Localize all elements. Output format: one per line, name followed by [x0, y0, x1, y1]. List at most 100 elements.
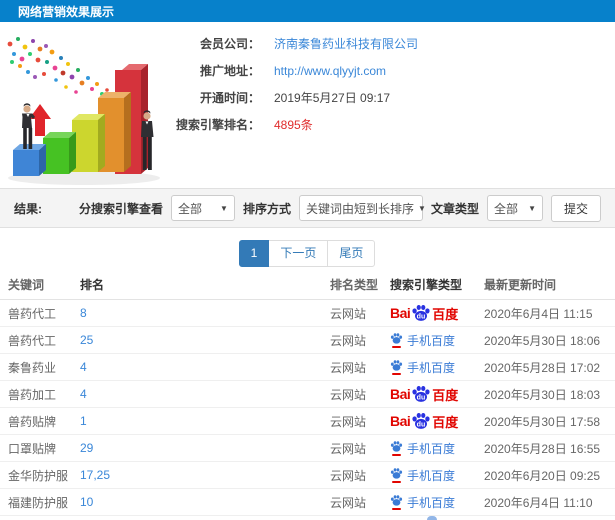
- promo-url-label: 推广地址：: [199, 64, 260, 78]
- engine-rank-row: 搜索引擎排名： 4895条: [168, 111, 418, 138]
- svg-text:du: du: [417, 393, 426, 401]
- engine-cell: Bai du 百度: [390, 303, 484, 323]
- rank-type-cell: 云网站: [330, 306, 367, 321]
- engine-select[interactable]: 全部 ▼: [170, 195, 235, 221]
- rank-type-cell: 云网站: [330, 414, 367, 429]
- keyword-rank-table: 关键词 排名 排名类型 搜索引擎类型 最新更新时间 兽药代工 8 云网站 Bai du 百…: [0, 270, 615, 516]
- baidu-logo: Bai du 百度: [390, 303, 458, 323]
- time-cell: 2020年6月4日 11:10: [484, 495, 593, 510]
- chart-illustration: [7, 37, 160, 185]
- baidu-paw-icon: du: [412, 413, 430, 429]
- table-row: 金华防护服 17,25 云网站 手机百度 2020年6月20日 09:25: [0, 462, 615, 489]
- mobile-baidu-paw-icon: [390, 332, 403, 348]
- promo-url-row: 推广地址： http://www.qlyyjt.com: [168, 57, 418, 84]
- baidu-logo: Bai du 百度: [390, 384, 458, 404]
- rank-link[interactable]: 1: [80, 414, 330, 428]
- keyword-cell: 兽药代工: [8, 306, 57, 321]
- open-time-row: 开通时间： 2019年5月27日 09:17: [168, 84, 418, 111]
- baidu-logo-cn: 百度: [432, 387, 459, 403]
- chevron-down-icon: ▼: [528, 203, 536, 213]
- result-label: 结果:: [14, 201, 42, 216]
- rank-type-cell: 云网站: [330, 495, 367, 510]
- svg-text:du: du: [417, 420, 426, 428]
- time-cell: 2020年5月28日 17:02: [484, 360, 601, 375]
- mobile-baidu-paw-icon: [390, 440, 403, 456]
- mobile-baidu-logo: 手机百度: [390, 359, 455, 376]
- submit-button[interactable]: 提交: [550, 194, 601, 222]
- baidu-logo-cn: 百度: [432, 414, 459, 430]
- sort-filter-label: 排序方式: [242, 201, 291, 216]
- person-left: [22, 103, 35, 149]
- rank-type-cell: 云网站: [330, 441, 367, 456]
- mobile-baidu-paw-icon: [390, 467, 403, 483]
- table-row: 兽药代工 8 云网站 Bai du 百度 2020年6月4日 11:15: [0, 300, 615, 327]
- sort-select[interactable]: 关键词由短到长排序 ▼: [298, 195, 426, 221]
- chevron-down-icon: ▼: [417, 203, 426, 213]
- baidu-logo-cn: 百度: [432, 306, 459, 322]
- page-header: 网络营销效果展示: [0, 0, 615, 22]
- baidu-paw-icon: du: [412, 386, 430, 402]
- baidu-paw-icon: du: [412, 305, 430, 321]
- next-row-partial-logo: [427, 516, 439, 520]
- mobile-baidu-label: 手机百度: [407, 360, 456, 375]
- engine-filter-label: 分搜索引擎查看: [78, 201, 163, 216]
- engine-rank-label: 搜索引擎排名：: [175, 118, 260, 132]
- col-engine-type: 搜索引擎类型: [390, 278, 463, 292]
- table-row: 福建防护服 10 云网站 手机百度 2020年6月4日 11:10: [0, 489, 615, 516]
- rank-link[interactable]: 25: [80, 333, 330, 347]
- next-page-button[interactable]: 下一页: [268, 240, 329, 267]
- member-company-label: 会员公司：: [199, 37, 260, 51]
- member-info-section: 会员公司： 济南秦鲁药业科技有限公司 推广地址： http://www.qlyy…: [0, 22, 615, 188]
- article-type-select[interactable]: 全部 ▼: [486, 195, 543, 221]
- time-cell: 2020年5月28日 16:55: [484, 441, 601, 456]
- open-time-value: 2019年5月27日 09:17: [274, 91, 391, 105]
- bar-yellowgreen: [72, 114, 105, 172]
- member-company-link[interactable]: 济南秦鲁药业科技有限公司: [274, 35, 418, 52]
- table-row: 兽药加工 4 云网站 Bai du 百度 2020年5月30日 18:03: [0, 381, 615, 408]
- mobile-baidu-label: 手机百度: [407, 441, 456, 456]
- rank-link[interactable]: 8: [80, 306, 330, 320]
- table-row: 兽药贴牌 1 云网站 Bai du 百度 2020年5月30日 17:58: [0, 408, 615, 435]
- promo-url-link[interactable]: http://www.qlyyjt.com: [274, 64, 386, 78]
- keyword-cell: 兽药代工: [8, 333, 57, 348]
- table-body: 兽药代工 8 云网站 Bai du 百度 2020年6月4日 11:15 兽药代工 25 云网站手…: [0, 300, 615, 516]
- filter-bar: 结果: 分搜索引擎查看 全部 ▼ 排序方式 关键词由短到长排序 ▼ 文章类型 全…: [0, 188, 615, 228]
- filter-controls: 分搜索引擎查看 全部 ▼ 排序方式 关键词由短到长排序 ▼ 文章类型 全部 ▼ …: [78, 194, 601, 222]
- pagination: 1 下一页 尾页: [0, 240, 615, 267]
- time-cell: 2020年5月30日 17:58: [484, 414, 601, 429]
- engine-rank-count: 4895条: [274, 118, 313, 132]
- svg-text:du: du: [417, 312, 426, 320]
- mobile-baidu-label: 手机百度: [407, 333, 456, 348]
- rank-link[interactable]: 29: [80, 441, 330, 455]
- page-title: 网络营销效果展示: [18, 4, 115, 19]
- article-type-label: 文章类型: [430, 201, 479, 216]
- page-1-button[interactable]: 1: [238, 240, 270, 267]
- rank-link[interactable]: 4: [80, 360, 330, 374]
- up-arrow-icon: [29, 104, 51, 136]
- baidu-logo-text: Bai: [390, 305, 411, 321]
- baidu-logo: Bai du 百度: [390, 411, 458, 431]
- col-rank: 排名: [80, 278, 105, 292]
- mobile-baidu-logo: 手机百度: [390, 494, 455, 511]
- rank-link[interactable]: 4: [80, 387, 330, 401]
- baidu-logo-text: Bai: [390, 386, 411, 402]
- mobile-baidu-label: 手机百度: [407, 495, 456, 510]
- baidu-paw-icon: [390, 468, 403, 479]
- mobile-baidu-logo: 手机百度: [390, 332, 455, 349]
- col-update-time: 最新更新时间: [484, 278, 557, 292]
- rank-link[interactable]: 10: [80, 495, 330, 509]
- time-cell: 2020年6月4日 11:15: [484, 306, 593, 321]
- col-keyword: 关键词: [8, 278, 45, 292]
- mobile-baidu-paw-icon: [390, 359, 403, 375]
- engine-cell: 手机百度: [390, 494, 484, 511]
- baidu-paw-icon: [390, 495, 403, 506]
- last-page-button[interactable]: 尾页: [327, 240, 376, 267]
- engine-cell: 手机百度: [390, 467, 484, 484]
- keyword-cell: 兽药贴牌: [8, 414, 57, 429]
- rank-link[interactable]: 17,25: [80, 468, 330, 482]
- keyword-cell: 兽药加工: [8, 387, 57, 402]
- keyword-cell: 福建防护服: [8, 495, 69, 510]
- col-rank-type: 排名类型: [330, 278, 379, 292]
- engine-cell: 手机百度: [390, 359, 484, 376]
- mobile-baidu-label: 手机百度: [407, 468, 456, 483]
